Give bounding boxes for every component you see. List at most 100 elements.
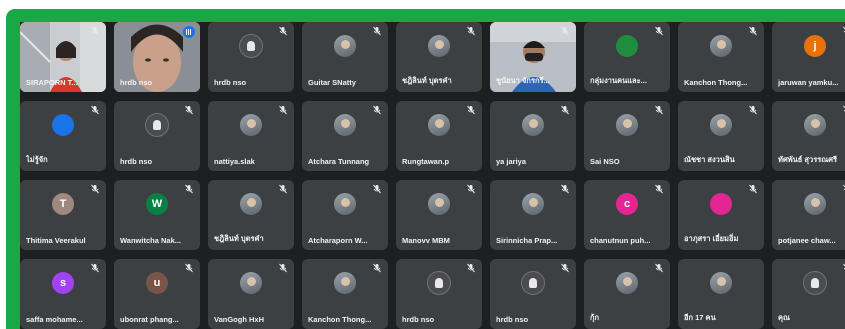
participant-tile[interactable]: กุ้ก	[584, 259, 670, 329]
default-avatar-icon	[521, 271, 545, 295]
participant-name: ชูนัยนา จักรกรี...	[496, 76, 550, 85]
avatar	[522, 114, 544, 136]
participant-tile[interactable]: nattiya.slak	[208, 101, 294, 171]
participant-tile[interactable]: ชฎิลินท์ บุตรคำ	[208, 180, 294, 250]
participant-tile[interactable]: hrdb nso	[208, 22, 294, 92]
participant-tile[interactable]: คุณ	[772, 259, 845, 329]
participant-name: ubonrat phang...	[120, 315, 179, 324]
participant-tile[interactable]: Rungtawan.p	[396, 101, 482, 171]
mic-off-icon	[467, 105, 475, 115]
participant-tile[interactable]: Manovv MBM	[396, 180, 482, 250]
participant-name: hrdb nso	[402, 315, 435, 324]
avatar	[240, 272, 262, 294]
participant-name: chanutnun puh...	[590, 236, 651, 245]
participant-tile[interactable]: Kanchon Thong...	[678, 22, 764, 92]
avatar-initial	[616, 35, 638, 57]
mic-off-icon	[373, 263, 381, 273]
mic-off-icon	[561, 184, 569, 194]
avatar-initial	[52, 114, 74, 136]
avatar	[428, 35, 450, 57]
participant-name: Sirinnicha Prap...	[496, 236, 558, 245]
participant-tile[interactable]: W Wanwitcha Nak...	[114, 180, 200, 250]
participant-name: hrdb nso	[120, 157, 153, 166]
mic-off-icon	[373, 26, 381, 36]
participant-name: Sai NSO	[590, 157, 620, 166]
participant-name: Kanchon Thong...	[684, 78, 748, 87]
participant-tile[interactable]: ya jariya	[490, 101, 576, 171]
participant-name: ณัชชา สงวนสิน	[684, 155, 735, 164]
mic-off-icon	[655, 26, 663, 36]
mic-off-icon	[91, 263, 99, 273]
participant-name: ทัศพันธ์ สุวรรณศรี	[778, 155, 838, 164]
participant-tile[interactable]: hrdb nso	[114, 101, 200, 171]
participant-name: nattiya.slak	[214, 157, 255, 166]
participant-name: กุ้ก	[590, 313, 600, 322]
mic-off-icon	[279, 263, 287, 273]
participant-tile[interactable]: Atchara Tunnang	[302, 101, 388, 171]
participant-grid: SIRAPORN T... hrdb nso hrdb nso Guitar SNat…	[20, 22, 845, 329]
participant-tile[interactable]: u ubonrat phang...	[114, 259, 200, 329]
mic-off-icon	[655, 184, 663, 194]
participant-tile[interactable]: s saffa mohame...	[20, 259, 106, 329]
participant-tile[interactable]: T Thitima Veerakul	[20, 180, 106, 250]
avatar	[804, 193, 826, 215]
participant-tile[interactable]: ชูนัยนา จักรกรี...	[490, 22, 576, 92]
participant-tile[interactable]: ชฎิลินท์ บุตรคำ	[396, 22, 482, 92]
participant-name: potjanee chaw...	[778, 236, 836, 245]
participant-tile[interactable]: hrdb nso	[114, 22, 200, 92]
participant-tile[interactable]: hrdb nso	[396, 259, 482, 329]
mic-off-icon	[185, 105, 193, 115]
participant-tile[interactable]: Kanchon Thong...	[302, 259, 388, 329]
avatar-initial: W	[146, 193, 168, 215]
participant-tile[interactable]: Atcharaporn W...	[302, 180, 388, 250]
participant-tile[interactable]: ทัศพันธ์ สุวรรณศรี	[772, 101, 845, 171]
participant-name: Wanwitcha Nak...	[120, 236, 181, 245]
participant-tile[interactable]: อีก 17 คน	[678, 259, 764, 329]
mic-off-icon	[279, 26, 287, 36]
participant-name: ชฎิลินท์ บุตรคำ	[402, 76, 452, 85]
mic-off-icon	[561, 263, 569, 273]
participant-tile[interactable]: j jaruwan yamku...	[772, 22, 845, 92]
participant-tile[interactable]: hrdb nso	[490, 259, 576, 329]
mic-off-icon	[185, 263, 193, 273]
avatar	[334, 114, 356, 136]
participant-tile[interactable]: Sirinnicha Prap...	[490, 180, 576, 250]
participant-tile[interactable]: c chanutnun puh...	[584, 180, 670, 250]
participant-tile[interactable]: SIRAPORN T...	[20, 22, 106, 92]
avatar	[616, 114, 638, 136]
avatar	[804, 114, 826, 136]
participant-tile[interactable]: Guitar SNatty	[302, 22, 388, 92]
participant-name: jaruwan yamku...	[778, 78, 839, 87]
avatar	[522, 193, 544, 215]
mic-off-icon	[373, 105, 381, 115]
participant-tile[interactable]: ไม่รู้จัก	[20, 101, 106, 171]
avatar-initial: j	[804, 35, 826, 57]
avatar	[334, 35, 356, 57]
mic-off-icon	[373, 184, 381, 194]
mic-off-icon	[467, 26, 475, 36]
mic-off-icon	[279, 105, 287, 115]
avatar-initial: T	[52, 193, 74, 215]
participant-name: Kanchon Thong...	[308, 315, 372, 324]
participant-tile[interactable]: ณัชชา สงวนสิน	[678, 101, 764, 171]
mic-off-icon	[561, 26, 569, 36]
speaking-indicator-icon	[183, 26, 195, 38]
avatar-initial: s	[52, 272, 74, 294]
mic-off-icon	[655, 105, 663, 115]
participant-name: VanGogh HxH	[214, 315, 265, 324]
participant-tile[interactable]: VanGogh HxH	[208, 259, 294, 329]
participant-name: Manovv MBM	[402, 236, 450, 245]
default-avatar-icon	[803, 271, 827, 295]
mic-off-icon	[561, 105, 569, 115]
participant-tile[interactable]: อาภุสรา เอี่ยมอิ่ม	[678, 180, 764, 250]
participant-tile[interactable]: กลุ่มงานคนและ...	[584, 22, 670, 92]
participant-tile[interactable]: Sai NSO	[584, 101, 670, 171]
participant-name: ไม่รู้จัก	[26, 155, 48, 164]
avatar	[710, 35, 732, 57]
participant-tile[interactable]: potjanee chaw...	[772, 180, 845, 250]
mic-off-icon	[749, 184, 757, 194]
avatar	[428, 193, 450, 215]
mic-off-icon	[91, 26, 99, 36]
mic-off-icon	[467, 184, 475, 194]
avatar-initial: u	[146, 272, 168, 294]
